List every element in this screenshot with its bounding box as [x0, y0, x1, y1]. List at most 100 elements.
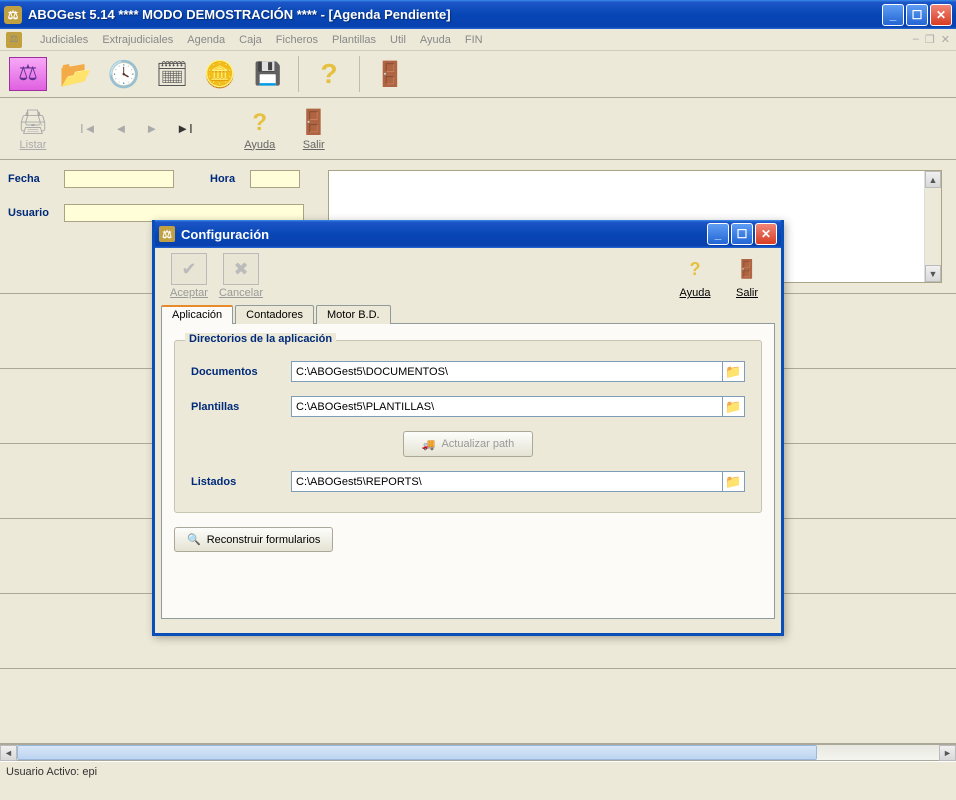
folder-icon: 📁: [725, 364, 741, 380]
dialog-minimize-button[interactable]: _: [707, 223, 729, 245]
directorios-groupbox: Directorios de la aplicación Documentos …: [174, 340, 762, 513]
cancelar-label: Cancelar: [219, 287, 263, 299]
salir-button[interactable]: 🚪 Salir: [287, 101, 341, 157]
dialog-maximize-button[interactable]: ☐: [731, 223, 753, 245]
documentos-browse-button[interactable]: 📁: [723, 361, 745, 382]
dialog-title: Configuración: [181, 227, 707, 242]
aceptar-label: Aceptar: [170, 287, 208, 299]
coins-icon: 🪙: [204, 59, 236, 90]
toolbar-clock-button[interactable]: 🕓: [102, 54, 146, 94]
toolbar-disk-button[interactable]: 💾: [246, 54, 290, 94]
dialog-ayuda-button[interactable]: ? Ayuda: [669, 253, 721, 299]
nav-first-icon[interactable]: I◄: [80, 121, 96, 136]
mdi-window-controls: – ❐ ✕: [913, 33, 950, 46]
aceptar-button[interactable]: ✔ Aceptar: [163, 253, 215, 299]
listar-label: Listar: [20, 139, 47, 151]
listados-input[interactable]: [291, 471, 723, 492]
dialog-ayuda-label: Ayuda: [680, 287, 711, 299]
menu-judiciales[interactable]: Judiciales: [40, 34, 88, 46]
menu-agenda[interactable]: Agenda: [187, 34, 225, 46]
status-text: Usuario Activo: epi: [6, 766, 97, 778]
clock-icon: 🕓: [108, 59, 140, 90]
nav-buttons: I◄ ◄ ► ►I: [80, 121, 193, 136]
mdi-close-icon[interactable]: ✕: [941, 33, 950, 46]
dialog-close-button[interactable]: ✕: [755, 223, 777, 245]
scroll-thumb[interactable]: [17, 745, 817, 760]
menu-caja[interactable]: Caja: [239, 34, 262, 46]
dialog-app-icon: ⚖: [159, 226, 175, 242]
exit-door-icon: 🚪: [729, 253, 765, 285]
balance-icon: [9, 57, 47, 91]
calendar-icon: 🗓: [155, 59, 188, 90]
hora-input[interactable]: [250, 170, 300, 188]
minimize-button[interactable]: _: [882, 4, 904, 26]
nav-next-icon[interactable]: ►: [145, 121, 158, 136]
plantillas-browse-button[interactable]: 📁: [723, 396, 745, 417]
documentos-label: Documentos: [191, 366, 291, 378]
config-dialog: ⚖ Configuración _ ☐ ✕ ✔ Aceptar ✖ Cancel…: [152, 220, 784, 636]
fecha-input[interactable]: [64, 170, 174, 188]
magnifier-icon: 🔍: [187, 533, 201, 546]
actualizar-path-button[interactable]: 🚚 Actualizar path: [403, 431, 533, 457]
listados-label: Listados: [191, 476, 291, 488]
toolbar-coins-button[interactable]: 🪙: [198, 54, 242, 94]
menu-ayuda[interactable]: Ayuda: [420, 34, 451, 46]
exit-door-icon: 🚪: [375, 60, 405, 89]
ayuda-button[interactable]: ? Ayuda: [233, 101, 287, 157]
textarea-scrollbar[interactable]: ▲ ▼: [924, 171, 941, 282]
sub-toolbar: 🖨 Listar I◄ ◄ ► ►I ? Ayuda 🚪 Salir: [0, 98, 956, 160]
help-icon: ?: [320, 58, 337, 90]
mdi-restore-icon[interactable]: ❐: [925, 33, 935, 46]
tab-aplicacion[interactable]: Aplicación: [161, 305, 233, 324]
tab-contadores[interactable]: Contadores: [235, 305, 314, 324]
usuario-label: Usuario: [8, 207, 64, 219]
menu-plantillas[interactable]: Plantillas: [332, 34, 376, 46]
nav-prev-icon[interactable]: ◄: [114, 121, 127, 136]
scroll-track[interactable]: [17, 745, 939, 760]
plantillas-input[interactable]: [291, 396, 723, 417]
menubar: ⚖ Judiciales Extrajudiciales Agenda Caja…: [0, 29, 956, 51]
close-button[interactable]: ✕: [930, 4, 952, 26]
menu-ficheros[interactable]: Ficheros: [276, 34, 318, 46]
documentos-input[interactable]: [291, 361, 723, 382]
exit-door-icon: 🚪: [299, 107, 329, 139]
listar-button[interactable]: 🖨 Listar: [6, 101, 60, 157]
printer-icon: 🖨: [18, 107, 48, 139]
ayuda-label: Ayuda: [244, 139, 275, 151]
scroll-left-icon[interactable]: ◄: [0, 745, 17, 761]
toolbar-open-button[interactable]: 📂: [54, 54, 98, 94]
toolbar-calendar-button[interactable]: 🗓: [150, 54, 194, 94]
cancelar-button[interactable]: ✖ Cancelar: [215, 253, 267, 299]
main-window-titlebar: ⚖ ABOGest 5.14 **** MODO DEMOSTRACIÓN **…: [0, 0, 956, 29]
window-title: ABOGest 5.14 **** MODO DEMOSTRACIÓN ****…: [28, 7, 882, 22]
check-icon: ✔: [171, 253, 207, 285]
dialog-salir-button[interactable]: 🚪 Salir: [721, 253, 773, 299]
toolbar-balance-button[interactable]: [6, 54, 50, 94]
mdi-app-icon: ⚖: [6, 32, 22, 48]
toolbar-help-button[interactable]: ?: [307, 54, 351, 94]
scroll-down-icon[interactable]: ▼: [925, 265, 941, 282]
scroll-right-icon[interactable]: ►: [939, 745, 956, 761]
horizontal-scrollbar[interactable]: ◄ ►: [0, 744, 956, 761]
toolbar-exit-button[interactable]: 🚪: [368, 54, 412, 94]
cancel-icon: ✖: [223, 253, 259, 285]
reconstruir-button[interactable]: 🔍 Reconstruir formularios: [174, 527, 333, 552]
tab-motor-bd[interactable]: Motor B.D.: [316, 305, 391, 324]
list-row: [0, 669, 956, 744]
toolbar-separator: [359, 56, 360, 92]
mdi-minimize-icon[interactable]: –: [913, 33, 919, 46]
help-icon: ?: [252, 107, 267, 139]
menu-fin[interactable]: FIN: [465, 34, 483, 46]
tab-panel: Directorios de la aplicación Documentos …: [161, 323, 775, 619]
statusbar: Usuario Activo: epi: [0, 761, 956, 781]
disk-icon: 💾: [254, 61, 281, 87]
app-icon: ⚖: [4, 6, 22, 24]
menu-extrajudiciales[interactable]: Extrajudiciales: [102, 34, 173, 46]
scroll-up-icon[interactable]: ▲: [925, 171, 941, 188]
nav-last-icon[interactable]: ►I: [176, 121, 192, 136]
folder-open-icon: 📂: [60, 59, 92, 90]
listados-browse-button[interactable]: 📁: [723, 471, 745, 492]
maximize-button[interactable]: ☐: [906, 4, 928, 26]
menu-util[interactable]: Util: [390, 34, 406, 46]
truck-icon: 🚚: [422, 438, 436, 451]
